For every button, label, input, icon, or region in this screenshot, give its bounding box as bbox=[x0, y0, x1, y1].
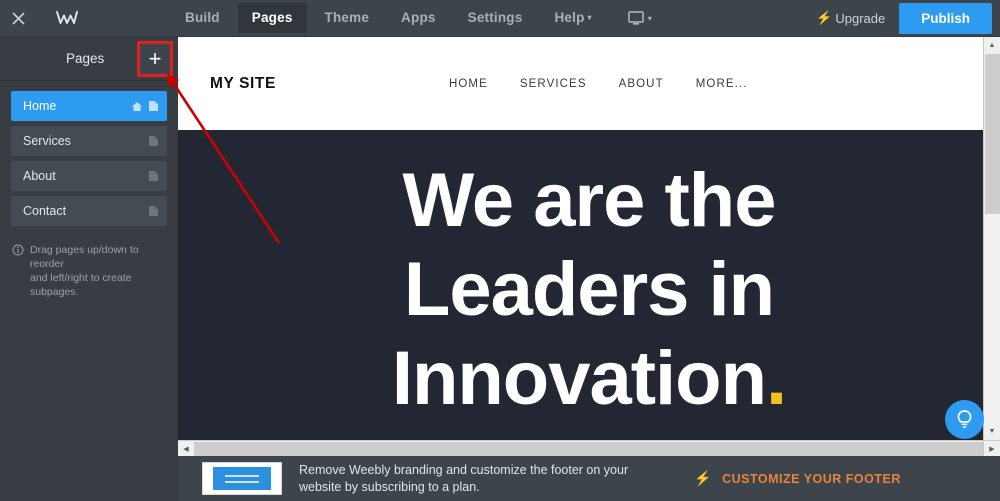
banner-line-1: Remove Weebly branding and customize the… bbox=[299, 462, 629, 477]
pages-sidebar: Pages + Home Services About Contact Drag… bbox=[0, 37, 178, 501]
hero-line-3: Innovation bbox=[391, 336, 767, 421]
sidebar-header: Pages + bbox=[0, 37, 178, 81]
scroll-up-arrow-icon[interactable]: ▲ bbox=[983, 37, 1000, 54]
sidebar-item-contact[interactable]: Contact bbox=[11, 196, 167, 226]
tab-help-label: Help bbox=[554, 9, 585, 25]
hero-line-2: Leaders in bbox=[403, 247, 775, 332]
hint-line-1: Drag pages up/down to reorder bbox=[30, 244, 139, 270]
tab-settings[interactable]: Settings bbox=[454, 3, 537, 33]
thumbnail-line bbox=[225, 480, 259, 483]
hero-line-1: We are the bbox=[402, 158, 777, 243]
sidebar-item-home[interactable]: Home bbox=[11, 91, 167, 121]
list-item-label: Home bbox=[23, 99, 57, 113]
horizontal-scrollbar[interactable]: ◀ bbox=[178, 440, 983, 456]
hint-line-2: and left/right to create subpages. bbox=[30, 272, 132, 298]
site-nav: HOME SERVICES ABOUT MORE... bbox=[449, 78, 748, 90]
tab-apps[interactable]: Apps bbox=[387, 3, 450, 33]
thumbnail-line bbox=[225, 474, 259, 477]
topbar-right-actions: ⚡ Upgrade Publish bbox=[816, 0, 1000, 37]
site-nav-more[interactable]: MORE... bbox=[696, 78, 748, 90]
sidebar-item-services[interactable]: Services bbox=[11, 126, 167, 156]
info-icon bbox=[12, 244, 24, 256]
tab-build[interactable]: Build bbox=[171, 3, 234, 33]
lightning-bolt-icon: ⚡ bbox=[694, 470, 713, 486]
footer-thumbnail bbox=[202, 462, 282, 495]
site-nav-home[interactable]: HOME bbox=[449, 78, 488, 90]
hero-heading: We are the Leaders in Innovation. bbox=[178, 156, 1000, 423]
site-logo[interactable]: MY SITE bbox=[210, 75, 276, 93]
vertical-scrollbar[interactable]: ▲ ▼ bbox=[983, 37, 1000, 440]
page-icon bbox=[149, 206, 158, 216]
sidebar-item-about[interactable]: About bbox=[11, 161, 167, 191]
tab-theme[interactable]: Theme bbox=[311, 3, 384, 33]
scroll-left-arrow-icon[interactable]: ◀ bbox=[178, 441, 194, 457]
horizontal-scrollbar-thumb[interactable] bbox=[194, 441, 983, 456]
top-toolbar: Build Pages Theme Apps Settings Help ▾ ▾ … bbox=[0, 0, 1000, 37]
vertical-scrollbar-thumb[interactable] bbox=[984, 54, 1000, 214]
row-icons bbox=[131, 100, 159, 112]
row-icons bbox=[148, 205, 159, 217]
banner-description: Remove Weebly branding and customize the… bbox=[299, 462, 628, 496]
cta-label: CUSTOMIZE YOUR FOOTER bbox=[722, 471, 901, 486]
site-header: MY SITE HOME SERVICES ABOUT MORE... bbox=[178, 37, 1000, 130]
site-preview-canvas[interactable]: MY SITE HOME SERVICES ABOUT MORE... We a… bbox=[178, 37, 1000, 440]
page-icon bbox=[149, 171, 158, 181]
chevron-down-icon: ▾ bbox=[587, 13, 592, 23]
site-nav-services[interactable]: SERVICES bbox=[520, 78, 587, 90]
publish-button[interactable]: Publish bbox=[899, 2, 992, 34]
lightning-bolt-icon: ⚡ bbox=[816, 10, 833, 25]
footer-upgrade-banner: Remove Weebly branding and customize the… bbox=[178, 456, 1000, 501]
add-page-button[interactable]: + bbox=[137, 40, 173, 77]
list-item-label: Contact bbox=[23, 204, 67, 218]
pages-list: Home Services About Contact bbox=[0, 81, 178, 226]
page-title: Pages bbox=[66, 51, 105, 66]
tab-pages[interactable]: Pages bbox=[237, 3, 307, 33]
close-icon[interactable] bbox=[0, 0, 37, 37]
tab-help[interactable]: Help ▾ bbox=[540, 3, 605, 33]
row-icons bbox=[148, 170, 159, 182]
reorder-hint: Drag pages up/down to reorder and left/r… bbox=[0, 243, 178, 299]
scroll-down-arrow-icon[interactable]: ▼ bbox=[983, 423, 1000, 440]
banner-line-2: website by subscribing to a plan. bbox=[299, 479, 480, 494]
home-icon bbox=[132, 101, 142, 111]
page-icon bbox=[149, 136, 158, 146]
hero-accent-period: . bbox=[766, 336, 787, 421]
hint-text: Drag pages up/down to reorder and left/r… bbox=[30, 243, 164, 299]
thumbnail-inner bbox=[213, 467, 271, 490]
list-item-label: Services bbox=[23, 134, 71, 148]
customize-footer-button[interactable]: ⚡ CUSTOMIZE YOUR FOOTER bbox=[694, 470, 901, 487]
row-icons bbox=[148, 135, 159, 147]
help-button[interactable] bbox=[945, 400, 984, 439]
monitor-icon bbox=[628, 10, 644, 25]
device-preview-selector[interactable]: ▾ bbox=[622, 7, 658, 30]
list-item-label: About bbox=[23, 169, 56, 183]
lightbulb-icon bbox=[957, 410, 972, 428]
upgrade-label: Upgrade bbox=[835, 10, 886, 26]
upgrade-button[interactable]: ⚡ Upgrade bbox=[816, 10, 885, 26]
page-icon bbox=[149, 101, 158, 111]
scroll-right-arrow-icon[interactable]: ▶ bbox=[983, 440, 1000, 456]
main-nav-tabs: Build Pages Theme Apps Settings Help ▾ ▾ bbox=[169, 0, 658, 37]
site-nav-about[interactable]: ABOUT bbox=[619, 78, 664, 90]
weebly-w-logo[interactable] bbox=[37, 0, 97, 37]
hero-section[interactable]: We are the Leaders in Innovation. bbox=[178, 130, 1000, 423]
vertical-scrollbar-track[interactable] bbox=[983, 214, 1000, 423]
chevron-down-icon: ▾ bbox=[647, 13, 652, 23]
